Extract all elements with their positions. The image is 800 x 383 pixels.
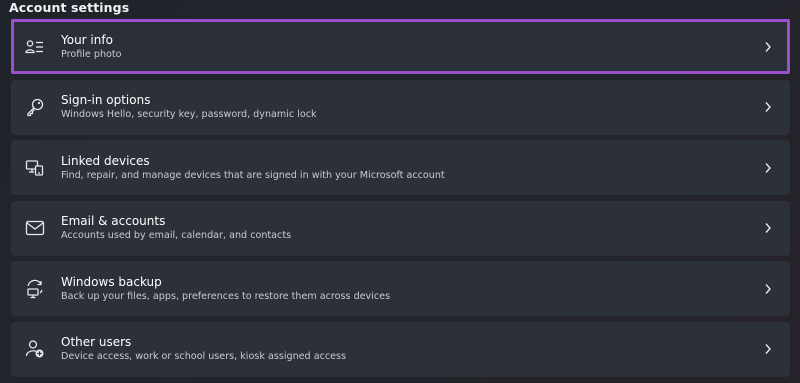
settings-item-windows-backup[interactable]: Windows backup Back up your files, apps,… bbox=[11, 261, 790, 316]
section-title: Account settings bbox=[9, 0, 130, 15]
chevron-right-icon bbox=[762, 222, 774, 234]
key-icon bbox=[25, 97, 45, 117]
chevron-right-icon bbox=[762, 41, 774, 53]
settings-item-title: Sign-in options bbox=[61, 93, 151, 107]
mail-icon bbox=[25, 218, 45, 238]
settings-item-your-info[interactable]: Your info Profile photo bbox=[11, 19, 790, 74]
chevron-right-icon bbox=[762, 162, 774, 174]
settings-item-title: Windows backup bbox=[61, 274, 162, 289]
settings-item-title: Your info bbox=[61, 32, 113, 47]
settings-item-sign-in-options[interactable]: Sign-in options Windows Hello, security … bbox=[11, 79, 790, 135]
settings-item-other-users[interactable]: Other users Device access, work or schoo… bbox=[11, 321, 790, 377]
chevron-right-icon bbox=[762, 101, 774, 113]
backup-icon bbox=[25, 279, 45, 299]
settings-item-linked-devices[interactable]: Linked devices Find, repair, and manage … bbox=[11, 140, 790, 195]
settings-item-subtitle: Back up your files, apps, preferences to… bbox=[61, 290, 391, 302]
settings-item-subtitle: Windows Hello, security key, password, d… bbox=[61, 109, 317, 120]
settings-item-subtitle: Find, repair, and manage devices that ar… bbox=[61, 169, 445, 181]
settings-item-title: Other users bbox=[61, 335, 132, 349]
settings-item-email-accounts[interactable]: Email & accounts Accounts used by email,… bbox=[11, 200, 790, 256]
chevron-right-icon bbox=[762, 283, 774, 295]
chevron-right-icon bbox=[762, 343, 774, 355]
settings-item-title: Linked devices bbox=[61, 153, 150, 168]
settings-item-subtitle: Device access, work or school users, kio… bbox=[61, 351, 347, 362]
person-list-icon bbox=[25, 37, 45, 57]
settings-item-subtitle: Profile photo bbox=[61, 48, 122, 60]
devices-icon bbox=[25, 158, 45, 178]
settings-item-title: Email & accounts bbox=[61, 214, 166, 228]
account-settings-list: Your info Profile photo Sign-in options … bbox=[11, 19, 790, 382]
add-user-icon bbox=[25, 339, 45, 359]
settings-item-subtitle: Accounts used by email, calendar, and co… bbox=[61, 230, 292, 241]
